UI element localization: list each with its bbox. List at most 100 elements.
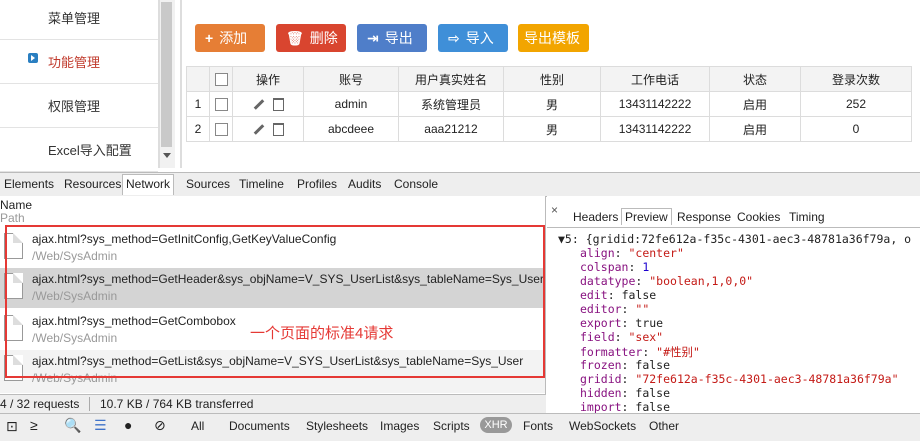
column-header[interactable]: 状态 xyxy=(709,66,801,92)
tab-resources[interactable]: Resources xyxy=(64,177,121,191)
trash-icon[interactable] xyxy=(272,123,284,137)
json-preview: ▼5: {gridid:72fe612a-f35c-4301-aec3-4878… xyxy=(558,230,920,413)
property-separator: : xyxy=(635,274,650,288)
devtools-bottom-bar: ⊡ ≥ 🔍 ☰ ● ⊘ All Documents Stylesheets Im… xyxy=(0,413,920,441)
arrow-right-icon xyxy=(28,53,38,63)
close-icon[interactable]: × xyxy=(551,203,558,217)
request-count: 4 / 32 requests xyxy=(0,397,80,411)
import-icon: ⇨ xyxy=(448,30,460,46)
table-row[interactable]: 2 abcdeee aaa21212 男 13431142222 启用 0 xyxy=(186,116,912,142)
property-separator: : xyxy=(628,260,643,274)
column-header[interactable]: 账号 xyxy=(303,66,399,92)
property-key: editor xyxy=(580,302,622,316)
property-separator: : xyxy=(621,372,636,386)
column-header-name[interactable]: Name xyxy=(0,198,32,212)
column-header[interactable]: 工作电话 xyxy=(600,66,710,92)
preview-property: align: "center" xyxy=(580,246,684,260)
filter-stylesheets[interactable]: Stylesheets xyxy=(306,419,368,433)
property-value: "sex" xyxy=(628,330,664,344)
table-row[interactable]: 1 admin 系统管理员 男 13431142222 启用 252 xyxy=(186,91,912,117)
search-icon[interactable]: 🔍 xyxy=(64,417,81,434)
row-checkbox[interactable] xyxy=(214,123,228,137)
tab-preview[interactable]: Preview xyxy=(621,208,672,225)
preview-property: field: "sex" xyxy=(580,330,663,344)
property-key: edit xyxy=(580,288,608,302)
property-value: "#性别" xyxy=(656,345,700,359)
preview-property: export: true xyxy=(580,316,663,330)
filter-fonts[interactable]: Fonts xyxy=(523,419,553,433)
preview-property: gridid: "72fe612a-f35c-4301-aec3-48781a3… xyxy=(580,372,899,386)
sidebar-scrollbar-thumb[interactable] xyxy=(161,2,172,147)
sidebar-item-excel-import-config[interactable]: Excel导入配置 xyxy=(0,128,158,172)
tab-elements[interactable]: Elements xyxy=(4,177,54,191)
cell-name: aaa21212 xyxy=(398,116,504,142)
property-separator: : xyxy=(614,330,629,344)
clear-icon[interactable]: ⊘ xyxy=(154,417,166,434)
sidebar-item-permission-management[interactable]: 权限管理 xyxy=(0,84,158,128)
preview-property: frozen: false xyxy=(580,358,670,372)
export-button[interactable]: ⇥ 导出 xyxy=(357,24,427,52)
cell-phone: 13431142222 xyxy=(600,116,710,142)
delete-button[interactable]: 🗑 删除 xyxy=(276,24,346,52)
row-number-header xyxy=(186,66,210,92)
tab-audits[interactable]: Audits xyxy=(348,177,381,191)
sidebar-item-menu-management[interactable]: 菜单管理 xyxy=(0,0,158,40)
property-separator: : xyxy=(642,345,657,359)
tab-cookies[interactable]: Cookies xyxy=(737,210,780,224)
column-header[interactable]: 登录次数 xyxy=(800,66,912,92)
cell-status: 启用 xyxy=(709,91,801,117)
tab-timeline[interactable]: Timeline xyxy=(239,177,284,191)
add-button[interactable]: + 添加 xyxy=(195,24,265,52)
cell-logins: 252 xyxy=(800,91,912,117)
scroll-down-arrow-icon[interactable] xyxy=(163,153,171,158)
tab-network[interactable]: Network xyxy=(122,174,175,195)
tab-sources[interactable]: Sources xyxy=(186,177,230,191)
row-checkbox[interactable] xyxy=(214,98,228,112)
property-value: "boolean,1,0,0" xyxy=(649,274,754,288)
property-separator: : xyxy=(621,302,636,316)
edit-icon[interactable] xyxy=(253,99,264,110)
list-view-icon[interactable]: ☰ xyxy=(94,417,107,434)
filter-images[interactable]: Images xyxy=(380,419,419,433)
dock-icon[interactable]: ⊡ xyxy=(6,418,18,435)
property-separator: : xyxy=(607,288,622,302)
import-button-label: 导入 xyxy=(465,30,494,46)
row-select-cell xyxy=(209,91,233,117)
column-header[interactable]: 操作 xyxy=(232,66,304,92)
record-icon[interactable]: ● xyxy=(124,417,132,433)
export-template-button[interactable]: 导出模板 xyxy=(518,24,589,52)
tab-headers[interactable]: Headers xyxy=(573,210,618,224)
property-separator: : xyxy=(621,358,636,372)
edit-icon[interactable] xyxy=(253,124,264,135)
preview-object-header[interactable]: ▼5: {gridid:72fe612a-f35c-4301-aec3-4878… xyxy=(558,232,911,246)
sidebar-item-function-management[interactable]: 功能管理 xyxy=(0,40,158,84)
sidebar-item-label: 菜单管理 xyxy=(48,11,101,26)
tab-response[interactable]: Response xyxy=(677,210,731,224)
filter-all[interactable]: All xyxy=(191,419,204,433)
property-key: frozen xyxy=(580,358,622,372)
sidebar-item-label: Excel导入配置 xyxy=(48,143,132,158)
tab-profiles[interactable]: Profiles xyxy=(297,177,337,191)
filter-websockets[interactable]: WebSockets xyxy=(569,419,636,433)
column-header[interactable]: 用户真实姓名 xyxy=(398,66,504,92)
row-number: 2 xyxy=(186,116,210,142)
property-key: export xyxy=(580,316,622,330)
tab-timing[interactable]: Timing xyxy=(789,210,825,224)
cell-logins: 0 xyxy=(800,116,912,142)
trash-icon[interactable] xyxy=(272,98,284,112)
filter-xhr[interactable]: XHR xyxy=(480,417,512,433)
column-header[interactable]: 性别 xyxy=(503,66,601,92)
grid-header-row: 操作 账号 用户真实姓名 性别 工作电话 状态 登录次数 xyxy=(186,66,912,92)
network-status-bar: 4 / 32 requests 10.7 KB / 764 KB transfe… xyxy=(0,394,546,414)
filter-scripts[interactable]: Scripts xyxy=(433,419,470,433)
cell-name: 系统管理员 xyxy=(398,91,504,117)
import-button[interactable]: ⇨ 导入 xyxy=(438,24,508,52)
property-key: field xyxy=(580,330,615,344)
select-all-checkbox[interactable] xyxy=(214,73,228,87)
preview-property: datatype: "boolean,1,0,0" xyxy=(580,274,753,288)
console-drawer-icon[interactable]: ≥ xyxy=(30,417,38,433)
property-key: hidden xyxy=(580,386,622,400)
filter-other[interactable]: Other xyxy=(649,419,679,433)
filter-documents[interactable]: Documents xyxy=(229,419,290,433)
tab-console[interactable]: Console xyxy=(394,177,438,191)
